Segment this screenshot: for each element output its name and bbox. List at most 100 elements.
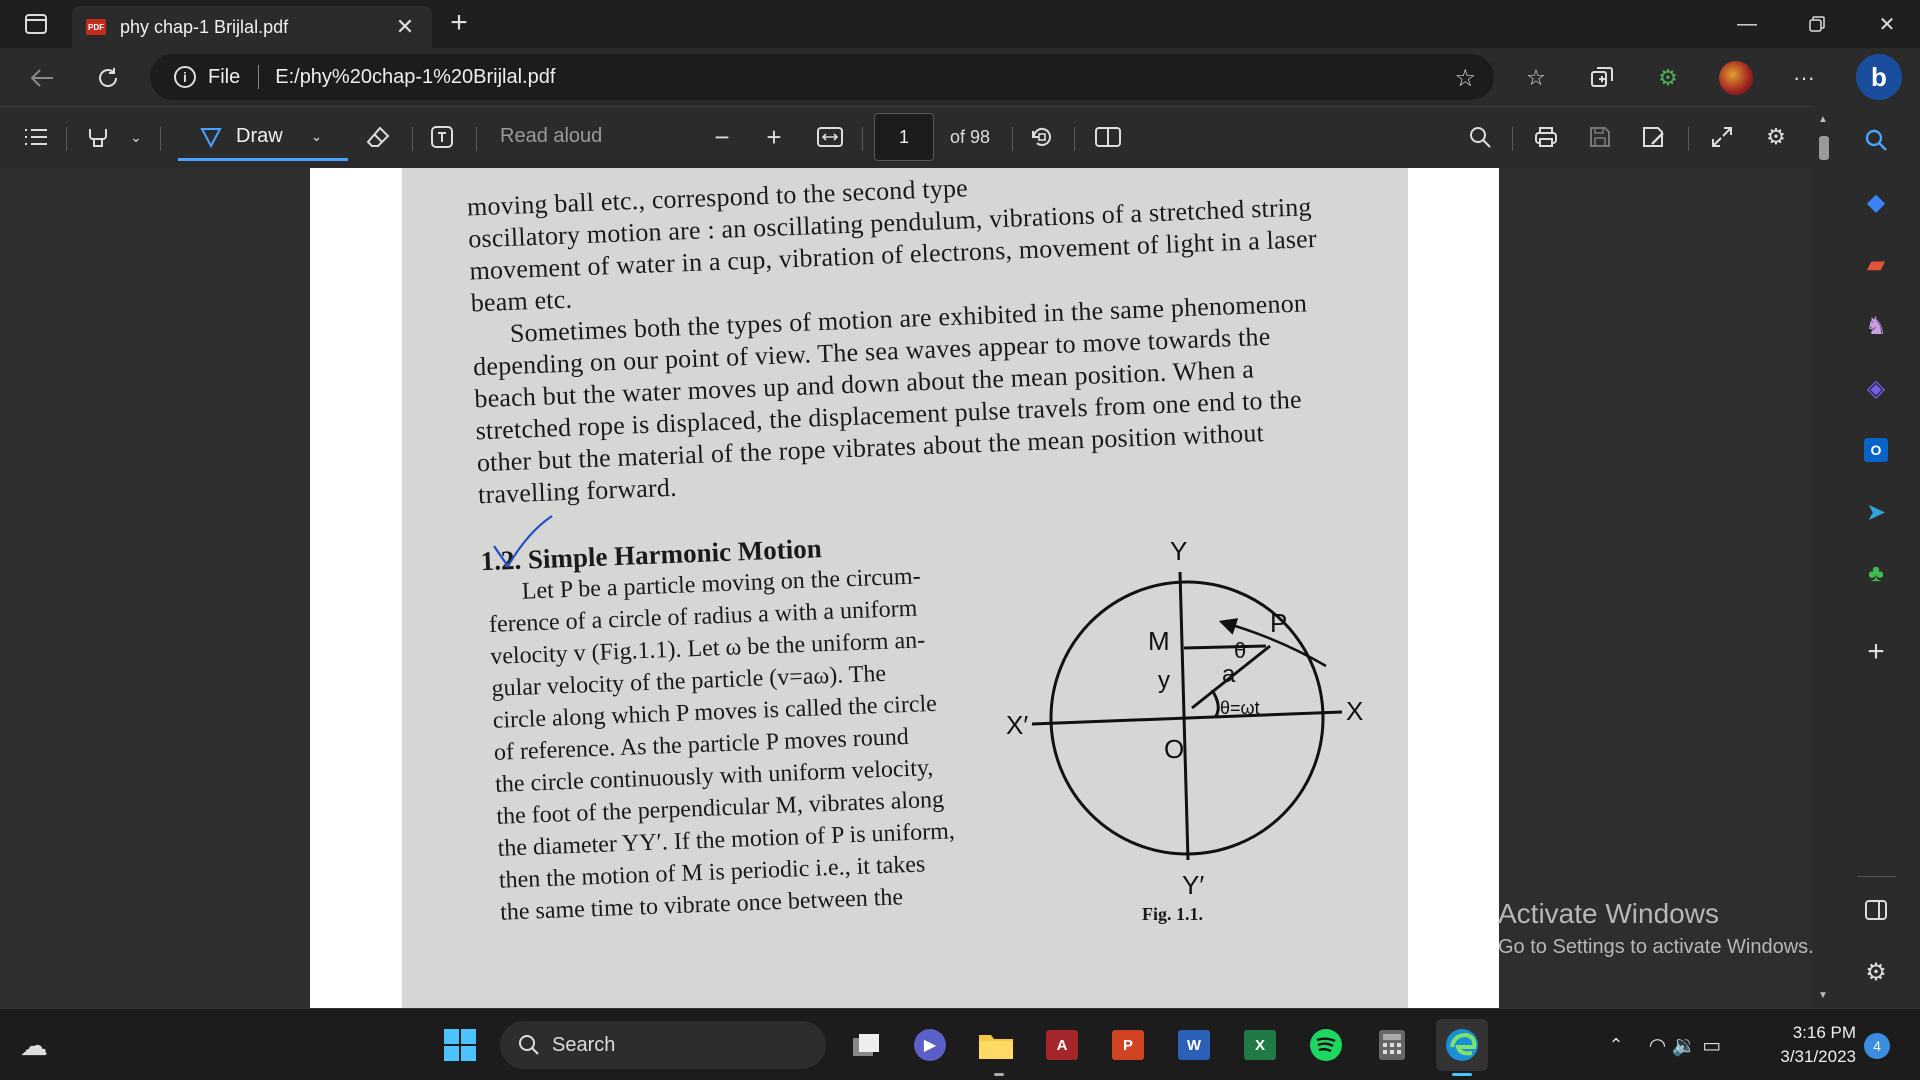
scrollbar-thumb[interactable] bbox=[1819, 136, 1829, 160]
word-app-icon[interactable]: W bbox=[1172, 1023, 1216, 1067]
taskbar-search-box[interactable]: Search bbox=[500, 1021, 826, 1069]
pdf-viewer: moving ball etc., correspond to the seco… bbox=[0, 168, 1815, 1008]
extension-icon[interactable]: ⚙ bbox=[1650, 60, 1686, 96]
favorites-icon[interactable]: ☆ bbox=[1518, 60, 1554, 96]
file-explorer-icon[interactable] bbox=[974, 1023, 1018, 1067]
activate-windows-watermark: Activate Windows Go to Settings to activ… bbox=[1498, 898, 1814, 959]
weather-widget-icon[interactable]: ☁ bbox=[12, 1023, 56, 1067]
label-x-left: X′ bbox=[1006, 710, 1028, 740]
draw-pen-icon bbox=[200, 127, 222, 148]
minimize-button[interactable]: — bbox=[1716, 0, 1778, 48]
pdf-page[interactable]: moving ball etc., correspond to the seco… bbox=[310, 168, 1499, 1008]
collections-icon[interactable] bbox=[1584, 60, 1620, 96]
word-glyph: W bbox=[1178, 1030, 1210, 1060]
toolbar-divider bbox=[412, 127, 413, 151]
page-view-icon[interactable] bbox=[1090, 119, 1126, 155]
system-tray-status[interactable]: ◠ 🔉 ▭ bbox=[1640, 1023, 1730, 1067]
browser-tab-active[interactable]: PDF phy chap-1 Brijlal.pdf ✕ bbox=[72, 6, 432, 48]
x-axis-line bbox=[1031, 710, 1343, 726]
label-y: y bbox=[1158, 667, 1170, 694]
teams-chat-icon[interactable]: ▶ bbox=[908, 1023, 952, 1067]
close-window-button[interactable]: ✕ bbox=[1856, 0, 1918, 48]
contents-list-icon[interactable] bbox=[18, 119, 54, 155]
access-app-icon[interactable]: A bbox=[1040, 1023, 1084, 1067]
powerpoint-app-icon[interactable]: P bbox=[1106, 1023, 1150, 1067]
new-tab-button[interactable]: + bbox=[444, 8, 474, 38]
task-view-icon[interactable] bbox=[844, 1023, 888, 1067]
save-as-icon[interactable] bbox=[1636, 119, 1672, 155]
fit-width-icon[interactable] bbox=[812, 119, 848, 155]
highlight-chevron-down-icon[interactable]: ⌄ bbox=[124, 119, 148, 155]
text-box-icon[interactable] bbox=[424, 119, 460, 155]
panel-glyph bbox=[1865, 900, 1887, 920]
highlight-icon[interactable] bbox=[80, 119, 116, 155]
address-url[interactable]: E:/phy%20chap-1%20Brijlal.pdf bbox=[275, 66, 555, 89]
tab-actions-button[interactable] bbox=[14, 10, 58, 38]
expand-glyph bbox=[1712, 127, 1732, 147]
label-origin: O bbox=[1164, 734, 1184, 764]
taskbar-search-icon bbox=[519, 1035, 539, 1055]
search-icon[interactable] bbox=[1462, 119, 1498, 155]
sidebar-tree-icon[interactable]: ♣ bbox=[1856, 554, 1896, 594]
address-bar[interactable]: i File E:/phy%20chap-1%20Brijlal.pdf ☆ bbox=[150, 54, 1494, 100]
draw-button[interactable]: Draw ⌄ bbox=[178, 115, 348, 161]
site-info-icon[interactable]: i bbox=[174, 66, 196, 88]
tab-close-icon[interactable]: ✕ bbox=[392, 14, 418, 40]
scroll-down-icon[interactable]: ▼ bbox=[1818, 990, 1828, 1001]
system-clock[interactable]: 3:16 PM 3/31/2023 bbox=[1752, 1021, 1856, 1069]
page-number-input[interactable]: 1 bbox=[874, 113, 934, 161]
page-count-label: of 98 bbox=[950, 127, 991, 147]
profile-avatar-button[interactable] bbox=[1718, 60, 1754, 96]
wifi-icon: ◠ bbox=[1648, 1034, 1667, 1057]
powerpoint-glyph: P bbox=[1112, 1030, 1144, 1060]
edge-sidebar: ◆ ▰ ♞ ◈ O ➤ ♣ + ⚙ bbox=[1834, 106, 1920, 1008]
save-icon[interactable] bbox=[1582, 119, 1618, 155]
save-glyph bbox=[1590, 127, 1610, 147]
sidebar-games-icon[interactable]: ♞ bbox=[1856, 306, 1896, 346]
refresh-button[interactable] bbox=[88, 58, 128, 98]
ink-checkmark-annotation bbox=[493, 515, 553, 568]
print-glyph bbox=[1535, 127, 1557, 147]
zoom-out-button[interactable]: − bbox=[704, 119, 740, 155]
pdf-toolbar: ⌄ Draw ⌄ Read aloud − + 1 of 98 ⚙ bbox=[0, 106, 1815, 168]
eraser-icon[interactable] bbox=[360, 119, 396, 155]
sidebar-copilot-icon[interactable]: ◈ bbox=[1856, 368, 1896, 408]
sidebar-outlook-icon[interactable]: O bbox=[1856, 430, 1896, 470]
scroll-up-icon[interactable]: ▲ bbox=[1818, 114, 1828, 125]
sidebar-hide-icon[interactable] bbox=[1856, 890, 1896, 930]
bing-copilot-button[interactable]: b bbox=[1856, 54, 1902, 100]
restore-icon bbox=[1809, 16, 1825, 32]
settings-more-icon[interactable]: ··· bbox=[1786, 60, 1822, 96]
fullscreen-icon[interactable] bbox=[1704, 119, 1740, 155]
label-y-top: Y bbox=[1170, 536, 1187, 566]
list-glyph bbox=[25, 129, 47, 145]
draw-chevron-down-icon[interactable]: ⌄ bbox=[311, 128, 323, 145]
restore-button[interactable] bbox=[1786, 0, 1848, 48]
excel-app-icon[interactable]: X bbox=[1238, 1023, 1282, 1067]
sidebar-settings-gear-icon[interactable]: ⚙ bbox=[1856, 952, 1896, 992]
address-separator bbox=[258, 65, 260, 89]
notification-count-badge[interactable]: 4 bbox=[1864, 1033, 1890, 1059]
rotate-icon[interactable] bbox=[1024, 119, 1060, 155]
fit-glyph bbox=[817, 127, 843, 147]
y-axis-line bbox=[1178, 571, 1190, 861]
sidebar-tools-icon[interactable]: ▰ bbox=[1856, 244, 1896, 284]
sidebar-search-icon[interactable] bbox=[1856, 120, 1896, 160]
sidebar-add-icon[interactable]: + bbox=[1856, 632, 1896, 672]
add-favorite-icon[interactable]: ☆ bbox=[1454, 64, 1476, 93]
pdf-scrollbar[interactable]: ▲ ▼ bbox=[1814, 106, 1834, 1008]
edge-app-icon-active[interactable] bbox=[1436, 1019, 1488, 1071]
back-arrow-icon bbox=[30, 69, 53, 87]
spotify-app-icon[interactable] bbox=[1304, 1023, 1348, 1067]
calculator-app-icon[interactable] bbox=[1370, 1023, 1414, 1067]
access-glyph: A bbox=[1046, 1030, 1078, 1060]
back-button[interactable] bbox=[22, 58, 62, 98]
print-icon[interactable] bbox=[1528, 119, 1564, 155]
sidebar-telegram-icon[interactable]: ➤ bbox=[1856, 492, 1896, 532]
sidebar-shopping-tag-icon[interactable]: ◆ bbox=[1856, 182, 1896, 222]
show-hidden-icons-chevron-up-icon[interactable]: ⌃ bbox=[1594, 1023, 1638, 1067]
pdf-settings-gear-icon[interactable]: ⚙ bbox=[1758, 119, 1794, 155]
zoom-in-button[interactable]: + bbox=[756, 119, 792, 155]
start-button[interactable] bbox=[438, 1023, 482, 1067]
read-aloud-button[interactable]: Read aloud bbox=[500, 125, 602, 148]
